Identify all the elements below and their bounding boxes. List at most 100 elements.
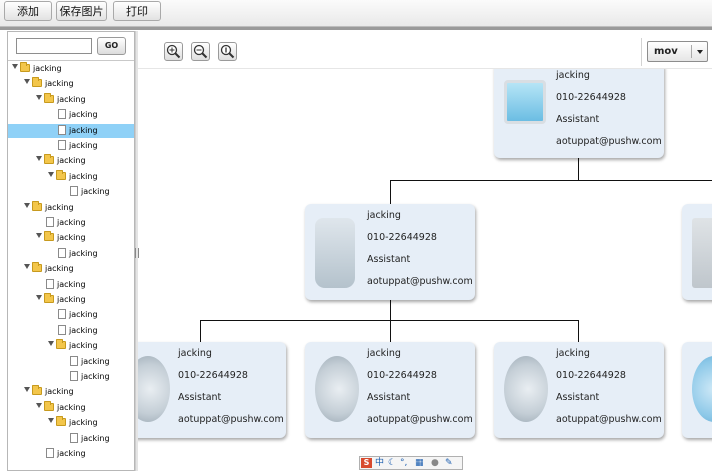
wrench-icon[interactable]: ✎ [445,457,453,469]
toolbar-separator [0,27,712,30]
tree-item-label: jacking [69,310,98,320]
tree-item[interactable]: jacking [8,185,134,199]
tree-item[interactable]: jacking [8,339,134,353]
user-icon[interactable]: ● [431,457,439,469]
ime-toolbar[interactable]: S 中 ☾ °, ▦ ● ✎ [359,456,463,470]
folder-icon [44,400,54,411]
org-card[interactable]: jacking 010-22644928 Assistant aotuppat@… [494,342,664,438]
tree-item[interactable]: jacking [8,293,134,307]
tree-item[interactable]: jacking [8,123,134,138]
zoom-out-button[interactable] [191,42,210,61]
tree-item[interactable]: jacking [8,108,134,122]
add-button[interactable]: 添加 [4,1,52,21]
expand-triangle-icon[interactable] [48,171,54,177]
org-chart-canvas[interactable]: jacking 010-22644928 Assistant aotuppat@… [138,69,712,464]
org-card[interactable]: jacking 010-22644928 Assistant aotuppat@… [138,342,286,438]
tree-item-label: jacking [69,418,98,428]
tree-item-label: jacking [81,433,110,443]
card-name: jacking [556,348,590,359]
card-name: jacking [367,348,401,359]
expand-triangle-icon[interactable] [12,64,18,69]
expand-triangle-icon[interactable] [24,264,30,270]
expand-triangle-icon[interactable] [24,387,30,393]
folder-icon [20,62,30,72]
tree-item-label: jacking [45,264,74,274]
globe-icon [692,356,712,422]
keyboard-icon[interactable]: ▦ [415,457,424,469]
tree-item-label: jacking [45,202,74,212]
org-card[interactable]: jacking 010-22644928 Assistant aotuppat@… [494,69,664,158]
tree-item[interactable]: jacking [8,324,134,338]
search-input[interactable] [16,38,92,54]
tree-item[interactable]: jacking [8,169,134,184]
org-card-partial[interactable] [682,204,712,300]
card-phone: 010-22644928 [556,370,626,381]
org-card-partial[interactable] [682,342,712,438]
print-button[interactable]: 打印 [113,1,161,21]
connector-line [578,157,579,181]
tree-item-label: jacking [57,449,86,458]
tree-item[interactable]: jacking [8,308,134,322]
tree-item-label: jacking [57,218,86,227]
sogou-icon[interactable]: S [361,458,372,468]
tree-item[interactable]: jacking [8,400,134,415]
tree-item[interactable]: jacking [8,416,134,430]
tree-item[interactable]: jacking [8,278,134,292]
tree-item[interactable]: jacking [8,432,134,446]
tree-item[interactable]: jacking [8,216,134,230]
expand-triangle-icon[interactable] [36,94,42,100]
org-card[interactable]: jacking 010-22644928 Assistant aotuppat@… [305,342,475,438]
folder-icon [44,231,54,242]
tree-item[interactable]: jacking [8,231,134,245]
tree-item[interactable]: jacking [8,355,134,369]
org-card[interactable]: jacking 010-22644928 Assistant aotuppat@… [305,204,475,300]
go-button[interactable]: GO [97,37,126,55]
expand-triangle-icon[interactable] [48,341,54,347]
tree-item[interactable]: jacking [8,385,134,399]
tree-item[interactable]: jacking [8,92,134,107]
expand-triangle-icon[interactable] [48,418,54,424]
mode-select[interactable]: mov [647,41,708,62]
card-email: aotuppat@pushw.com [367,276,473,287]
tree-item-label: jacking [81,372,110,381]
tree-item[interactable]: jacking [8,77,134,91]
zoom-in-button[interactable] [164,42,183,61]
tree-item[interactable]: jacking [8,139,134,153]
tree-item[interactable]: jacking [8,262,134,276]
chevron-down-icon [697,50,703,54]
compass-icon [138,356,170,422]
expand-triangle-icon[interactable] [24,202,30,208]
tree-item[interactable]: jacking [8,370,134,384]
trash-icon [315,218,355,288]
tree-item[interactable]: jacking [8,154,134,168]
card-email: aotuppat@pushw.com [556,136,662,147]
tree-item[interactable]: jacking [8,447,134,461]
toolbar-divider [641,38,642,66]
folder-icon [32,77,42,88]
expand-triangle-icon[interactable] [36,233,42,239]
moon-icon[interactable]: ☾ [388,457,396,469]
folder-icon [32,200,42,211]
file-icon [58,140,66,150]
file-icon [58,324,66,335]
tree-item-label: jacking [57,279,86,289]
card-name: jacking [367,210,401,221]
save-image-button[interactable]: 保存图片 [56,1,107,21]
expand-triangle-icon[interactable] [24,79,30,85]
expand-triangle-icon[interactable] [36,156,42,162]
tree-item-label: jacking [69,248,98,258]
zoom-reset-button[interactable] [218,42,237,61]
tree-item-label: jacking [45,387,74,397]
punctuation-icon[interactable]: °, [400,457,407,469]
card-email: aotuppat@pushw.com [178,414,284,425]
zoom-out-icon [193,44,208,59]
expand-triangle-icon[interactable] [36,402,42,408]
tree-item[interactable]: jacking [8,200,134,215]
top-toolbar: 添加 保存图片 打印 [0,0,712,27]
expand-triangle-icon[interactable] [36,295,42,300]
tree-item[interactable]: jacking [8,62,134,76]
file-icon [70,355,78,366]
ime-lang-label[interactable]: 中 [375,457,384,469]
folder-icon [56,339,66,350]
tree-item[interactable]: jacking [8,247,134,261]
